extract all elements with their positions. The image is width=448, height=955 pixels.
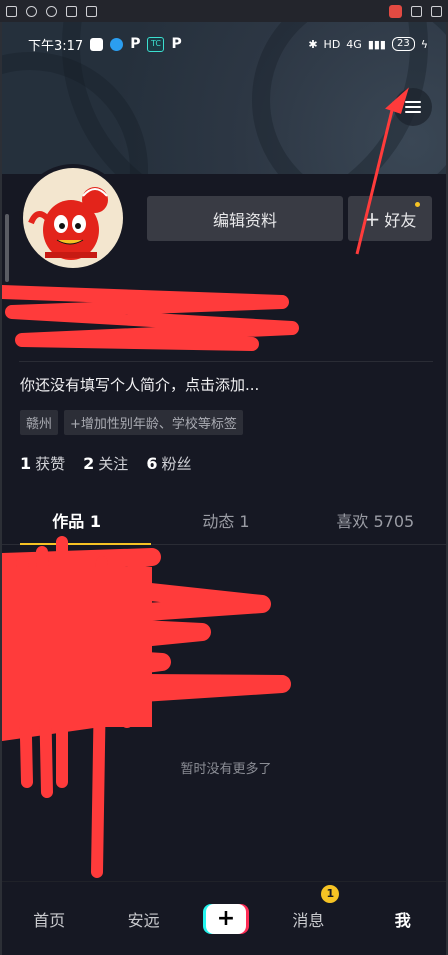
location-tag[interactable]: 赣州 [20,410,59,435]
add-friend-label: 好友 [384,210,417,230]
hd-icon: HD [323,37,341,51]
followers-stat[interactable]: 6 粉丝 [146,453,191,474]
tag-list: 赣州 +增加性别年龄、学校等标签 [20,410,243,435]
list-icon [6,5,17,17]
charging-icon: ϟ [420,37,428,51]
keyboard-icon [66,5,77,17]
nav-home[interactable]: 首页 [14,907,84,931]
plus-icon: + [363,206,381,231]
no-record-icon [389,4,402,18]
scroll-indicator [5,214,9,282]
avatar[interactable] [19,164,127,272]
hamburger-icon-line [405,101,421,103]
plus-icon: + [205,904,246,934]
app-notification-icon [110,37,124,51]
phone-screen: 下午3:17 P TC P ✱ HD 4G ▮▮▮ 23 ϟ 编辑资料 + 好友… [0,22,448,955]
likes-label: 获赞 [35,455,66,473]
divider [19,361,433,362]
nav-me[interactable]: 我 [368,907,438,931]
qq-mascot-avatar-icon [23,168,123,268]
menu-button[interactable] [394,88,432,126]
tc-notification-icon: TC [147,36,165,52]
status-bar: 下午3:17 P TC P ✱ HD 4G ▮▮▮ 23 ϟ [2,32,446,56]
bio-text[interactable]: 你还没有填写个人简介，点击添加... [20,374,259,395]
status-time: 下午3:17 [28,38,84,54]
add-friend-button[interactable]: + 好友 [348,196,432,241]
bottom-navigation: 首页 安远 + 消息 1 我 [2,881,446,955]
likes-count: 1 [20,454,32,473]
nav-messages-label: 消息 [292,911,325,930]
add-tags-button[interactable]: +增加性别年龄、学校等标签 [64,410,243,435]
fullscreen-icon [86,5,97,17]
content-tabs: 作品 1 动态 1 喜欢 5705 [2,500,446,545]
notification-dot [415,202,420,207]
tab-works[interactable]: 作品 1 [2,500,152,545]
nav-friend[interactable]: 安远 [109,907,179,931]
followers-label: 粉丝 [161,455,192,473]
edit-profile-button[interactable]: 编辑资料 [147,196,343,241]
network-type: 4G [346,37,362,51]
following-count: 2 [83,454,95,473]
p-notification-icon-2: P [171,36,182,52]
create-button[interactable]: + [202,904,249,934]
nav-messages[interactable]: 消息 1 [273,885,343,931]
exit-icon [411,5,422,17]
profile-stats: 1 获赞 2 关注 6 粉丝 [20,453,191,474]
system-top-bar [0,0,448,22]
message-notification-icon [90,37,104,51]
tab-likes[interactable]: 喜欢 5705 [301,500,446,544]
messages-badge: 1 [321,885,340,903]
following-stat[interactable]: 2 关注 [83,453,128,474]
following-label: 关注 [98,455,129,473]
hamburger-icon-line [405,111,421,113]
followers-count: 6 [146,454,158,473]
zoom-icon [46,5,57,17]
edit-profile-label: 编辑资料 [212,210,277,230]
p-notification-icon: P [130,36,141,52]
likes-stat[interactable]: 1 获赞 [20,453,65,474]
profile-header-background: 下午3:17 P TC P ✱ HD 4G ▮▮▮ 23 ϟ [2,22,446,174]
battery-level: 23 [392,37,415,51]
rotate-icon [26,5,37,17]
bluetooth-icon: ✱ [308,37,318,51]
empty-state-text: 暂时没有更多了 [180,762,272,777]
hamburger-icon-line [405,106,421,108]
signal-icon: ▮▮▮ [367,37,386,51]
tab-moments[interactable]: 动态 1 [151,500,300,544]
close-window-icon [431,5,442,17]
